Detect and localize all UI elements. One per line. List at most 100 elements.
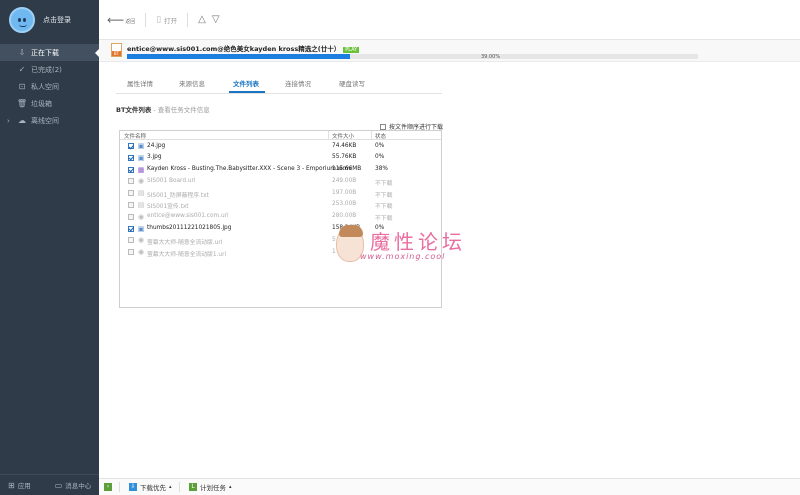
apps-button[interactable]: ⊞ 应用 xyxy=(8,480,31,491)
sidebar-item-2[interactable]: ⊡ 私人空间 xyxy=(0,78,99,95)
file-size: 115.66MB xyxy=(332,166,362,173)
watermark-title: 魔性论坛 xyxy=(370,230,466,254)
file-status: 不下载 xyxy=(375,180,393,187)
trash-icon: 🗑 xyxy=(16,99,28,108)
sidebar-item-1[interactable]: ✓ 已完成(2) xyxy=(0,61,99,78)
table-row[interactable]: ▤ SIS001宣传.txt 253.00B 不下载 xyxy=(120,199,441,211)
image-file-icon: ▣ xyxy=(137,153,145,162)
watermark: 魔性论坛 www.moxing.cool xyxy=(336,224,466,272)
table-row[interactable]: ◉ entice@www.sis001.com.url 280.00B 不下载 xyxy=(120,211,441,223)
section-title: BT文件列表 - 查看任务文件信息 xyxy=(116,104,210,114)
tab-0[interactable]: 属性详情 xyxy=(127,78,153,88)
message-center-button[interactable]: ▭ 消息中心 xyxy=(55,480,92,491)
sidebar-item-3[interactable]: 🗑 垃圾箱 xyxy=(0,95,99,112)
sidebar-item-0[interactable]: ⇩ 正在下载 xyxy=(0,44,99,61)
sidebar-footer: ⊞ 应用 ▭ 消息中心 xyxy=(0,474,99,495)
bt-file-icon xyxy=(111,43,122,57)
scheduled-task-button[interactable]: L 计划任务 ▴ xyxy=(189,482,232,492)
image-file-icon: ▣ xyxy=(137,224,145,233)
dropdown-arrow-icon: ▴ xyxy=(169,484,172,490)
table-row[interactable]: ▣ 3.jpg 55.76KB 0% xyxy=(120,152,441,164)
col-header-status[interactable]: 状态 xyxy=(375,132,386,140)
task-name: entice@www.sis001.com@绝色美女kayden kross精选… xyxy=(127,43,360,53)
sidebar-item-label: 离线空间 xyxy=(31,116,59,125)
file-status: 不下载 xyxy=(375,216,393,223)
sidebar-nav: ⇩ 正在下载 ✓ 已完成(2) ⊡ 私人空间 🗑 垃圾箱 › ☁ 离线空间 xyxy=(0,44,99,129)
file-checkbox[interactable] xyxy=(128,213,134,220)
col-divider[interactable] xyxy=(371,131,372,140)
file-checkbox[interactable] xyxy=(128,249,134,256)
tab-4[interactable]: 硬盘读写 xyxy=(339,78,365,88)
file-size: 253.00B xyxy=(332,201,357,208)
col-divider[interactable] xyxy=(328,131,329,140)
play-badge[interactable]: PLAY xyxy=(343,47,360,53)
order-download-check[interactable] xyxy=(380,123,386,130)
check-circle-icon: ✓ xyxy=(18,65,26,74)
file-checkbox[interactable] xyxy=(128,178,134,185)
task-progress-fill xyxy=(127,54,350,59)
table-row[interactable]: ▤ SIS001_防屏蔽程序.txt 197.00B 不下载 xyxy=(120,187,441,199)
collapse-panel-icon[interactable]: ‹ xyxy=(104,483,112,491)
file-name: 24.jpg xyxy=(147,142,166,149)
toolbar-divider xyxy=(145,12,147,27)
table-row[interactable]: ▦ Kayden Kross - Busting.The.Babysitter.X… xyxy=(120,164,441,176)
file-list-table: 文件名称 文件大小 状态 ▣ 24.jpg 74.46KB 0% ▣ 3.jpg 55.76… xyxy=(119,130,442,308)
tab-2[interactable]: 文件列表 xyxy=(233,78,259,88)
file-checkbox[interactable] xyxy=(128,143,134,149)
back-arrow-icon[interactable]: ⟵ xyxy=(107,13,124,27)
download-icon: ⇩ xyxy=(18,48,26,57)
file-checkbox[interactable] xyxy=(128,154,134,161)
avatar[interactable] xyxy=(9,7,35,33)
col-header-name[interactable]: 文件名称 xyxy=(124,132,146,140)
move-up-icon[interactable]: △ xyxy=(198,14,206,25)
download-priority-label: 下载优先 xyxy=(140,484,166,492)
sidebar-item-label: 垃圾箱 xyxy=(31,99,52,108)
table-row[interactable]: ◉ SIS001 Board.url 249.00B 不下载 xyxy=(120,175,441,187)
download-priority-button[interactable]: ⇩ 下载优先 ▴ xyxy=(129,482,172,492)
detail-tabs: 属性详情 来源信息 文件列表 连接情况 硬盘读写 xyxy=(99,78,800,93)
download-task-row[interactable]: entice@www.sis001.com@绝色美女kayden kross精选… xyxy=(99,40,800,62)
file-checkbox[interactable] xyxy=(128,225,134,232)
file-size: 249.00B xyxy=(332,177,357,184)
schedule-icon: L xyxy=(189,483,197,491)
file-checkbox[interactable] xyxy=(128,201,134,208)
lock-icon: ⊡ xyxy=(18,82,26,91)
back-label[interactable]: 返回 xyxy=(125,18,135,25)
dropdown-arrow-icon: ▴ xyxy=(229,484,232,490)
col-header-size[interactable]: 文件大小 xyxy=(332,132,354,140)
scheduled-task-label: 计划任务 xyxy=(200,484,226,492)
profile-area[interactable]: 点击登录 xyxy=(0,0,99,40)
table-row[interactable]: ▣ 24.jpg 74.46KB 0% xyxy=(120,140,441,152)
file-name: 萤幕大大师-随意全流动版1.url xyxy=(147,251,227,258)
sidebar-item-label: 私人空间 xyxy=(31,82,59,91)
priority-icon: ⇩ xyxy=(129,483,137,491)
tab-1[interactable]: 来源信息 xyxy=(179,78,205,88)
toolbar-divider xyxy=(187,12,189,27)
file-name: SIS001宣传.txt xyxy=(147,204,189,211)
task-progress-bar xyxy=(127,54,698,59)
file-size: 280.00B xyxy=(332,213,357,220)
sidebar-item-4[interactable]: › ☁ 离线空间 xyxy=(0,112,99,129)
file-name: 萤幕大大师-随意全流动版.url xyxy=(147,239,223,246)
apps-icon: ⊞ xyxy=(8,480,15,490)
text-file-icon: ▤ xyxy=(137,189,145,198)
web-link-icon: ◉ xyxy=(137,236,145,245)
file-checkbox[interactable] xyxy=(128,190,134,197)
open-button[interactable]: ▯ 打开 xyxy=(156,15,177,25)
sidebar-item-label: 正在下载 xyxy=(31,48,59,57)
file-checkbox[interactable] xyxy=(128,237,134,244)
file-status: 38% xyxy=(375,166,388,173)
file-status: 0% xyxy=(375,154,385,161)
tab-3[interactable]: 连接情况 xyxy=(285,78,311,88)
file-status: 不下载 xyxy=(375,192,393,199)
text-file-icon: ▤ xyxy=(137,200,145,209)
watermark-url: www.moxing.cool xyxy=(360,252,446,261)
statusbar-divider xyxy=(179,482,180,492)
expand-arrow-icon[interactable]: › xyxy=(7,117,15,125)
image-file-icon: ▣ xyxy=(137,142,145,150)
web-link-icon: ◉ xyxy=(137,248,145,257)
file-size: 197.00B xyxy=(332,189,357,196)
move-down-icon[interactable]: ▽ xyxy=(212,14,220,25)
login-link[interactable]: 点击登录 xyxy=(43,15,71,25)
file-checkbox[interactable] xyxy=(128,166,134,173)
